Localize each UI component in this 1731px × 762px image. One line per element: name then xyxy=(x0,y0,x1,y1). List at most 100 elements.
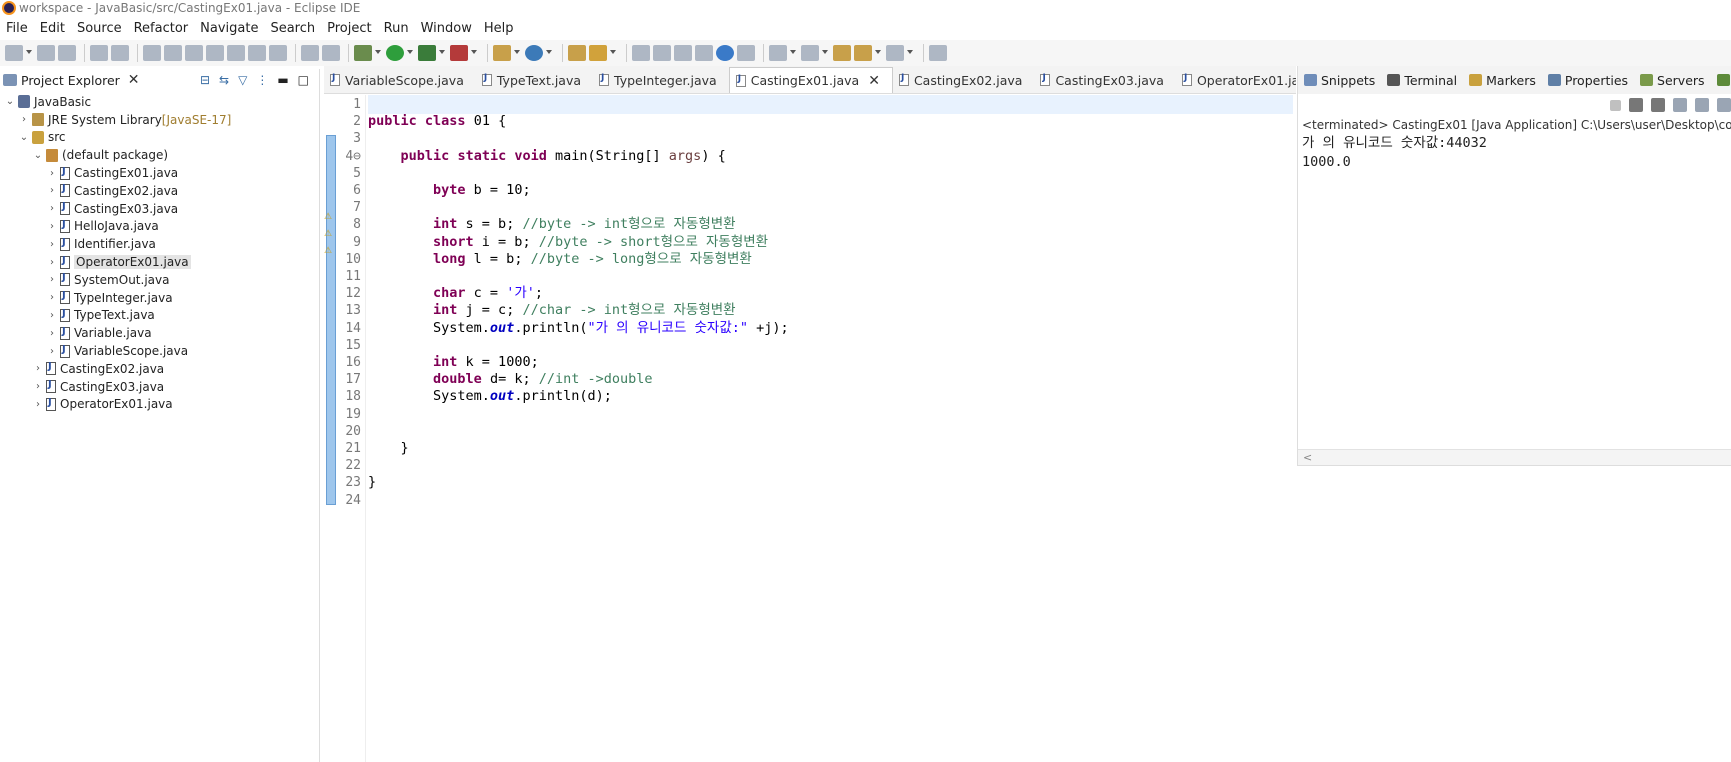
collapsed-chevron-icon[interactable]: › xyxy=(46,274,58,285)
next-annotation-icon[interactable] xyxy=(769,45,787,61)
tab-properties[interactable]: Properties xyxy=(1542,73,1634,88)
tree-item[interactable]: › TypeInteger.java xyxy=(0,289,320,307)
collapse-all-icon[interactable]: ⊟ xyxy=(200,73,210,87)
toggle-breadcrumb-icon[interactable] xyxy=(653,45,671,61)
project-explorer-tab[interactable]: Project Explorer ✕ xyxy=(0,69,146,91)
remove-launch-icon[interactable] xyxy=(1629,98,1643,112)
tab-markers[interactable]: Markers xyxy=(1463,73,1542,88)
menu-refactor[interactable]: Refactor xyxy=(128,21,195,36)
editor-tab[interactable]: OperatorEx01.java xyxy=(1176,67,1296,93)
minimize-icon[interactable]: ▬ xyxy=(277,73,288,87)
tree-item[interactable]: ⌄ JavaBasic xyxy=(0,93,320,111)
menu-help[interactable]: Help xyxy=(478,21,520,36)
editor-tab[interactable]: VariableScope.java xyxy=(324,67,476,93)
editor-tab[interactable]: CastingEx01.java ✕ xyxy=(728,67,893,93)
tab-servers[interactable]: Servers xyxy=(1634,73,1711,88)
new-class-dropdown-icon[interactable] xyxy=(546,50,552,56)
step-over-icon[interactable] xyxy=(248,45,266,61)
tree-item[interactable]: › CastingEx02.java xyxy=(0,360,320,378)
next-annotation-dropdown-icon[interactable] xyxy=(790,50,796,56)
new-dropdown-icon[interactable] xyxy=(26,50,32,56)
code-editor[interactable]: public class 01 { public static void mai… xyxy=(368,95,1293,762)
menu-run[interactable]: Run xyxy=(378,21,415,36)
terminate-icon[interactable] xyxy=(185,45,203,61)
previous-annotation-icon[interactable] xyxy=(801,45,819,61)
expanded-chevron-icon[interactable]: ⌄ xyxy=(18,132,30,143)
collapsed-chevron-icon[interactable]: › xyxy=(46,292,58,303)
last-edit-location-icon[interactable] xyxy=(833,45,851,61)
coverage-dropdown-icon[interactable] xyxy=(439,50,445,56)
resume-icon[interactable] xyxy=(143,45,161,61)
run-icon[interactable] xyxy=(386,45,404,61)
debug-dropdown-icon[interactable] xyxy=(375,50,381,56)
stop-icon[interactable] xyxy=(1610,99,1621,111)
external-run-dropdown-icon[interactable] xyxy=(471,50,477,56)
tree-item[interactable]: › CastingEx03.java xyxy=(0,200,320,218)
tree-item[interactable]: › JRE System Library [JavaSE-17] xyxy=(0,111,320,129)
collapsed-chevron-icon[interactable]: › xyxy=(46,239,58,250)
tree-item[interactable]: ⌄ (default package) xyxy=(0,146,320,164)
search-dropdown-icon[interactable] xyxy=(610,50,616,56)
tree-item[interactable]: › CastingEx03.java xyxy=(0,378,320,396)
save-all-icon[interactable] xyxy=(58,45,76,61)
tab-terminal[interactable]: Terminal xyxy=(1381,73,1463,88)
close-icon[interactable]: ✕ xyxy=(868,73,880,89)
forward-icon[interactable] xyxy=(886,45,904,61)
expanded-chevron-icon[interactable]: ⌄ xyxy=(4,96,16,107)
collapsed-chevron-icon[interactable]: › xyxy=(32,399,44,410)
save-icon[interactable] xyxy=(37,45,55,61)
block-selection-icon[interactable] xyxy=(674,45,692,61)
filter-icon[interactable]: ▽ xyxy=(238,73,247,87)
menu-window[interactable]: Window xyxy=(415,21,478,36)
web-browser-icon[interactable] xyxy=(716,45,734,61)
external-run-icon[interactable] xyxy=(450,45,468,61)
back-icon[interactable] xyxy=(854,45,872,61)
tree-item[interactable]: › SystemOut.java xyxy=(0,271,320,289)
console-icon[interactable] xyxy=(90,45,108,61)
open-perspective-icon[interactable] xyxy=(929,45,947,61)
tab-data-s[interactable]: Data S xyxy=(1711,73,1731,88)
collapsed-chevron-icon[interactable]: › xyxy=(46,346,58,357)
remove-all-icon[interactable] xyxy=(1651,98,1665,112)
menu-edit[interactable]: Edit xyxy=(34,21,71,36)
toggle-icon[interactable] xyxy=(301,45,319,61)
expanded-chevron-icon[interactable]: ⌄ xyxy=(32,150,44,161)
menu-navigate[interactable]: Navigate xyxy=(194,21,264,36)
tree-item[interactable]: › CastingEx01.java xyxy=(0,164,320,182)
tree-item[interactable]: › HelloJava.java xyxy=(0,218,320,236)
editor-tab[interactable]: CastingEx02.java xyxy=(893,67,1035,93)
collapsed-chevron-icon[interactable]: › xyxy=(46,168,58,179)
close-icon[interactable]: ✕ xyxy=(128,72,140,88)
new-java-project-icon[interactable] xyxy=(493,45,511,61)
skip-breakpoints-icon[interactable] xyxy=(111,45,129,61)
tree-item[interactable]: › TypeText.java xyxy=(0,307,320,325)
new-icon[interactable] xyxy=(5,45,23,61)
run-dropdown-icon[interactable] xyxy=(407,50,413,56)
collapsed-chevron-icon[interactable]: › xyxy=(46,310,58,321)
forward-dropdown-icon[interactable] xyxy=(907,50,913,56)
debug-icon[interactable] xyxy=(354,45,372,61)
new-java-project-dropdown-icon[interactable] xyxy=(514,50,520,56)
menu-source[interactable]: Source xyxy=(71,21,128,36)
maximize-icon[interactable]: □ xyxy=(298,73,309,87)
tree-item[interactable]: › OperatorEx01.java xyxy=(0,253,320,271)
tree-item[interactable]: ⌄ src xyxy=(0,129,320,147)
menu-project[interactable]: Project xyxy=(321,21,377,36)
collapsed-chevron-icon[interactable]: › xyxy=(18,114,30,125)
step-return-icon[interactable] xyxy=(269,45,287,61)
disconnect-icon[interactable] xyxy=(206,45,224,61)
collapsed-chevron-icon[interactable]: › xyxy=(46,257,58,268)
new-class-icon[interactable] xyxy=(525,45,543,61)
word-wrap-icon[interactable] xyxy=(1717,98,1731,112)
pin-editor-icon[interactable] xyxy=(737,45,755,61)
new-console-icon[interactable] xyxy=(1673,98,1687,112)
collapsed-chevron-icon[interactable]: › xyxy=(32,363,44,374)
back-dropdown-icon[interactable] xyxy=(875,50,881,56)
tree-item[interactable]: › Identifier.java xyxy=(0,235,320,253)
previous-annotation-dropdown-icon[interactable] xyxy=(822,50,828,56)
collapsed-chevron-icon[interactable]: › xyxy=(46,221,58,232)
link-with-editor-icon[interactable]: ⇆ xyxy=(219,73,229,87)
view-menu-icon[interactable]: ⋮ xyxy=(256,73,268,87)
toggle-mark-occurrences-icon[interactable] xyxy=(632,45,650,61)
scroll-lock-icon[interactable] xyxy=(1695,98,1709,112)
